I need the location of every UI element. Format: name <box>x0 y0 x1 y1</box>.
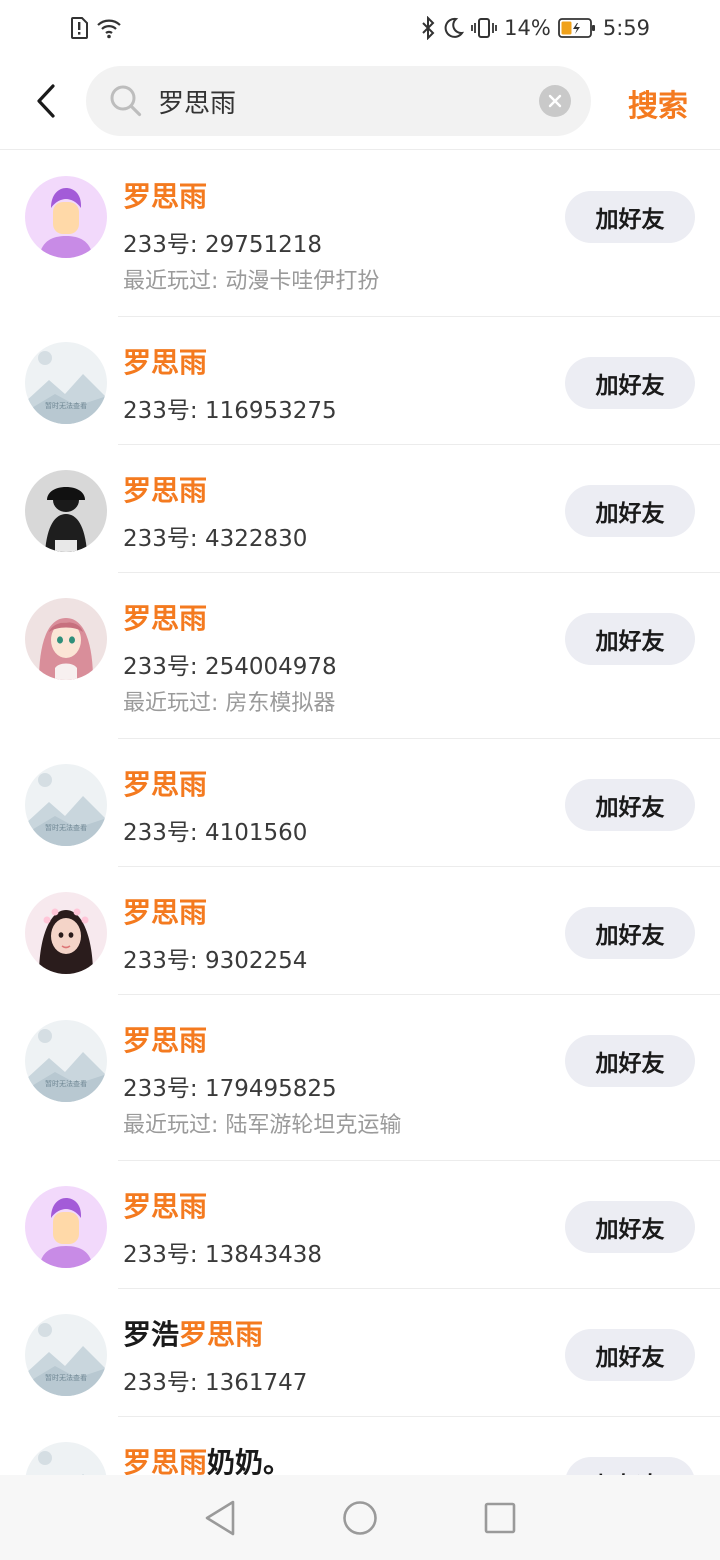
search-result-item[interactable]: 罗思雨 233号: 9302254 加好友 <box>0 867 720 995</box>
status-left <box>70 17 122 39</box>
svg-text:暂时无法查看: 暂时无法查看 <box>45 823 87 832</box>
user-avatar[interactable]: 暂时无法查看 <box>25 342 107 424</box>
add-friend-button[interactable]: 加好友 <box>565 1035 695 1087</box>
user-name-suffix: 奶奶。 <box>207 1446 292 1475</box>
user-name: 罗思雨 <box>123 469 207 509</box>
search-icon <box>108 83 144 119</box>
user-name-prefix: 罗浩 <box>123 1318 180 1351</box>
user-name-highlight: 罗思雨 <box>123 180 208 213</box>
user-id: 233号: 179495825 <box>123 1076 337 1102</box>
add-friend-button[interactable]: 加好友 <box>565 191 695 243</box>
user-name-highlight: 罗思雨 <box>123 1190 208 1223</box>
search-input[interactable] <box>158 86 539 116</box>
search-box[interactable] <box>86 66 591 136</box>
clear-search-button[interactable] <box>539 85 571 117</box>
user-id: 233号: 4322830 <box>123 526 308 552</box>
user-name-highlight: 罗思雨 <box>179 1318 264 1351</box>
user-name-highlight: 罗思雨 <box>123 896 208 929</box>
sim-alert-icon <box>70 17 88 39</box>
svg-text:暂时无法查看: 暂时无法查看 <box>45 401 87 410</box>
search-result-item[interactable]: 罗思雨 233号: 4322830 加好友 <box>0 445 720 573</box>
square-recents-icon <box>484 1502 516 1533</box>
svg-text:暂时无法查看: 暂时无法查看 <box>45 1373 87 1382</box>
user-name: 罗思雨 <box>123 891 207 931</box>
user-name-highlight: 罗思雨 <box>123 474 208 507</box>
close-icon <box>548 94 562 108</box>
add-friend-button[interactable]: 加好友 <box>565 613 695 665</box>
add-friend-button[interactable]: 加好友 <box>565 485 695 537</box>
user-avatar[interactable] <box>25 598 107 680</box>
user-id: 233号: 29751218 <box>123 232 323 258</box>
user-name-highlight: 罗思雨 <box>123 602 208 635</box>
search-result-item[interactable]: 暂时无法查看 罗思雨 233号: 4101560 加好友 <box>0 739 720 867</box>
user-name: 罗浩罗思雨 <box>123 1313 263 1353</box>
status-right: 14% 5:59 <box>421 16 650 40</box>
clock: 5:59 <box>602 16 650 40</box>
add-friend-button[interactable]: 加好友 <box>565 1329 695 1381</box>
user-id: 233号: 9302254 <box>123 948 308 974</box>
search-button[interactable]: 搜索 <box>628 56 688 150</box>
user-name-highlight: 罗思雨 <box>123 1024 208 1057</box>
search-result-item[interactable]: 暂时无法查看 罗思雨 233号: 116953275 加好友 <box>0 317 720 445</box>
bluetooth-icon <box>421 16 435 40</box>
search-result-item[interactable]: 暂时无法查看 罗思雨 233号: 179495825 最近玩过: 陆军游轮坦克运输 加好… <box>0 995 720 1161</box>
user-avatar[interactable]: 暂时无法查看 <box>25 1020 107 1102</box>
user-name: 罗思雨 <box>123 1019 207 1059</box>
add-friend-button[interactable]: 加好友 <box>565 907 695 959</box>
nav-recents-button[interactable] <box>470 1488 530 1548</box>
user-name-highlight: 罗思雨 <box>123 346 208 379</box>
triangle-back-icon <box>205 1500 235 1535</box>
user-name: 罗思雨 <box>123 597 207 637</box>
nav-home-button[interactable] <box>330 1488 390 1548</box>
search-result-item[interactable]: 罗思雨 233号: 254004978 最近玩过: 房东模拟器 加好友 <box>0 573 720 739</box>
user-avatar[interactable] <box>25 176 107 258</box>
circle-home-icon <box>343 1500 377 1535</box>
search-results-list[interactable]: 罗思雨 233号: 29751218 最近玩过: 动漫卡哇伊打扮 加好友 暂时无法查看罗… <box>0 151 720 1475</box>
user-id: 233号: 116953275 <box>123 398 337 424</box>
user-avatar[interactable]: 暂时无法查看 <box>25 1442 107 1475</box>
search-result-item[interactable]: 暂时无法查看 罗浩罗思雨 233号: 1361747 加好友 <box>0 1289 720 1417</box>
search-result-item[interactable]: 暂时无法查看罗思雨奶奶。 加好友 <box>0 1417 720 1475</box>
user-avatar[interactable] <box>25 470 107 552</box>
user-id: 233号: 4101560 <box>123 820 308 846</box>
user-avatar[interactable] <box>25 892 107 974</box>
battery-percent: 14% <box>504 16 551 40</box>
user-name-highlight: 罗思雨 <box>123 1446 208 1475</box>
recently-played: 最近玩过: 陆军游轮坦克运输 <box>123 1113 402 1138</box>
search-header: 搜索 <box>0 56 720 150</box>
user-id: 233号: 1361747 <box>123 1370 308 1396</box>
moon-icon <box>442 17 465 39</box>
add-friend-button[interactable]: 加好友 <box>565 1201 695 1253</box>
recently-played: 最近玩过: 动漫卡哇伊打扮 <box>123 269 380 294</box>
battery-icon <box>557 17 596 39</box>
status-bar: 14% 5:59 <box>0 0 720 56</box>
nav-back-button[interactable] <box>190 1488 250 1548</box>
user-name: 罗思雨 <box>123 175 207 215</box>
recently-played: 最近玩过: 房东模拟器 <box>123 691 336 716</box>
search-result-item[interactable]: 罗思雨 233号: 13843438 加好友 <box>0 1161 720 1289</box>
user-name-highlight: 罗思雨 <box>123 768 208 801</box>
user-avatar[interactable] <box>25 1186 107 1268</box>
add-friend-button[interactable]: 加好友 <box>565 1457 695 1475</box>
user-name: 罗思雨 <box>123 341 207 381</box>
user-name: 罗思雨奶奶。 <box>123 1441 291 1475</box>
svg-text:暂时无法查看: 暂时无法查看 <box>45 1079 87 1088</box>
user-name: 罗思雨 <box>123 1185 207 1225</box>
user-id: 233号: 13843438 <box>123 1242 323 1268</box>
search-result-item[interactable]: 罗思雨 233号: 29751218 最近玩过: 动漫卡哇伊打扮 加好友 <box>0 151 720 317</box>
user-name: 罗思雨 <box>123 763 207 803</box>
navigation-bar <box>0 1475 720 1560</box>
user-avatar[interactable]: 暂时无法查看 <box>25 764 107 846</box>
wifi-icon <box>96 17 122 39</box>
add-friend-button[interactable]: 加好友 <box>565 779 695 831</box>
user-id: 233号: 254004978 <box>123 654 337 680</box>
vibrate-icon <box>471 17 498 39</box>
back-button[interactable] <box>0 56 70 150</box>
add-friend-button[interactable]: 加好友 <box>565 357 695 409</box>
user-avatar[interactable]: 暂时无法查看 <box>25 1314 107 1396</box>
chevron-left-icon <box>35 83 57 122</box>
